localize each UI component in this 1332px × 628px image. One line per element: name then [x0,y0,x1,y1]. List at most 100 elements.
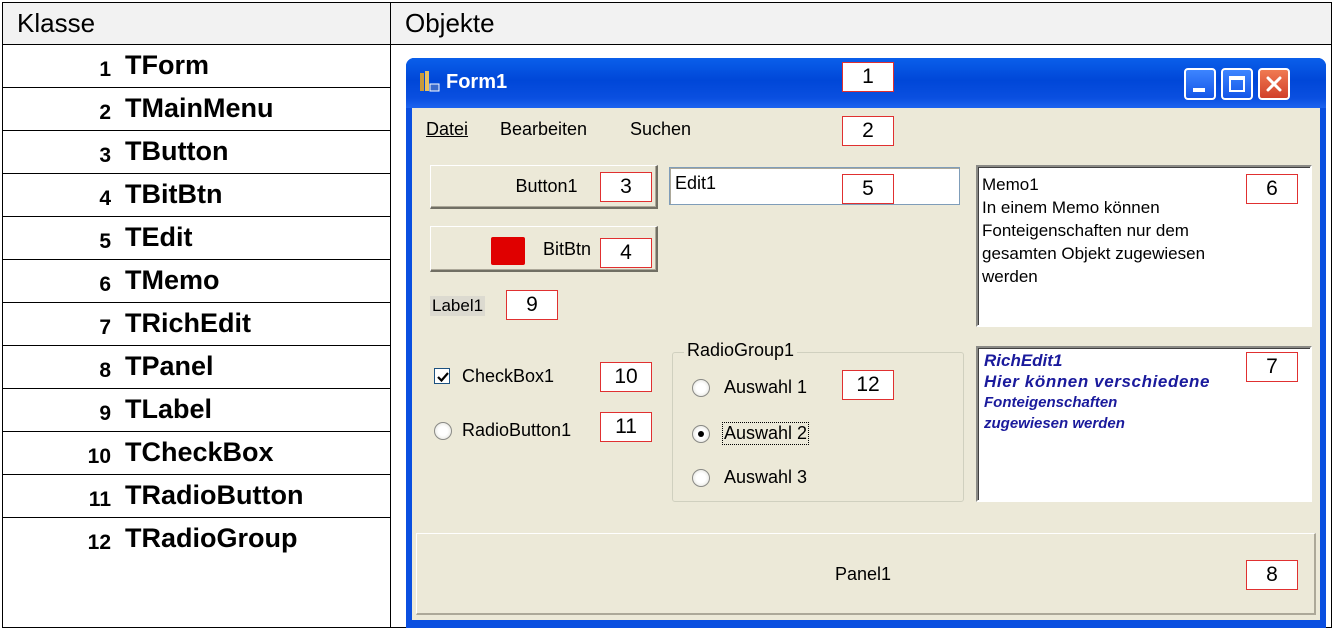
check-icon [437,372,449,383]
menu-suchen[interactable]: Suchen [630,119,691,140]
radio-circle [434,422,452,440]
class-name: TMemo [125,265,220,295]
panel1: Panel1 [416,533,1316,615]
menu-datei[interactable]: Datei [426,119,468,140]
radiogroup-title: RadioGroup1 [684,340,798,361]
class-name: TCheckBox [125,437,274,467]
table-header-objects: Objekte [391,3,1331,45]
column-divider [390,2,391,628]
memo-line: In einem Memo können [982,198,1160,217]
radio-option[interactable]: Auswahl 1 [690,374,840,400]
checkbox1-label: CheckBox1 [462,366,555,386]
close-icon [1266,76,1282,92]
class-number: 4 [99,187,111,210]
class-number: 9 [99,402,111,425]
class-number: 6 [99,273,111,296]
richedit-line: zugewiesen werden [984,415,1125,432]
class-row: 6 TMemo [3,260,390,303]
richedit-line: RichEdit1 [984,351,1063,370]
memo-text: Memo1 In einem Memo können Fonteigenscha… [982,173,1205,288]
class-row: 8 TPanel [3,346,390,389]
minimize-icon [1193,88,1205,92]
label1: Label1 [430,296,486,316]
callout-tag: 2 [842,116,894,146]
bitbtn-label: BitBtn [543,239,592,259]
radio-option[interactable]: Auswahl 3 [690,464,840,490]
minimize-button[interactable] [1184,68,1216,100]
window-title: Form1 [446,71,508,93]
class-row: 2 TMainMenu [3,88,390,131]
panel1-caption: Panel1 [835,564,892,584]
bitbtn-glyph-icon [491,237,525,265]
class-name: TMainMenu [125,93,274,123]
callout-tag: 10 [600,362,652,392]
radio-option-label: Auswahl 2 [722,422,810,445]
class-name: TForm [125,50,209,80]
class-name: TRichEdit [125,308,251,338]
callout-tag: 12 [842,370,894,400]
radio-option-label: Auswahl 3 [724,467,808,487]
radio-option-selected[interactable]: Auswahl 2 [690,420,840,446]
callout-tag: 4 [600,238,652,268]
class-row: 12 TRadioGroup [3,518,390,561]
class-number: 2 [99,101,111,124]
class-row: 4 TBitBtn [3,174,390,217]
maximize-button[interactable] [1221,68,1253,100]
app-icon [418,70,442,94]
edit1-value: Edit1 [675,173,717,193]
class-name: TRadioButton [125,480,304,510]
class-row: 7 TRichEdit [3,303,390,346]
class-row: 5 TEdit [3,217,390,260]
callout-tag: 1 [842,62,894,92]
class-name: TLabel [125,394,213,424]
checkbox-box [434,368,450,384]
callout-tag: 5 [842,174,894,204]
radio-circle [692,425,710,443]
edit1-field[interactable]: Edit1 [669,167,960,205]
callout-tag: 9 [506,290,558,320]
richedit-text: RichEdit1 Hier können verschiedene Fonte… [984,350,1210,434]
class-number: 3 [99,144,111,167]
radio-circle [692,469,710,487]
callout-tag: 7 [1246,352,1298,382]
radio-option-label: Auswahl 1 [724,377,808,397]
radio-circle [692,379,710,397]
window-bottom-border [406,620,1326,628]
menu-bearbeiten[interactable]: Bearbeiten [500,119,587,140]
button1-label: Button1 [515,176,578,196]
class-name: TPanel [125,351,214,381]
class-number: 11 [88,488,111,511]
class-name: TRadioGroup [125,523,298,553]
class-number: 7 [99,316,111,339]
class-number: 8 [99,359,111,382]
class-name: TButton [125,136,229,166]
radio-selected-dot [698,431,704,437]
class-row: 11 TRadioButton [3,475,390,518]
class-row: 10 TCheckBox [3,432,390,475]
maximize-icon [1229,76,1245,92]
class-name: TBitBtn [125,179,223,209]
memo-line: Memo1 [982,175,1039,194]
radiobutton1-label: RadioButton1 [462,420,572,440]
memo-line: werden [982,267,1038,286]
header-objects-label: Objekte [405,8,495,38]
callout-tag: 11 [600,412,652,442]
class-number: 1 [99,58,111,81]
richedit-line: Hier können verschiedene [984,372,1211,391]
header-class-label: Klasse [17,8,96,38]
class-number: 10 [87,445,111,468]
callout-tag: 6 [1246,174,1298,204]
table-header-class: Klasse [3,3,390,45]
memo-line: gesamten Objekt zugewiesen [982,244,1206,263]
close-button[interactable] [1258,68,1290,100]
class-number: 5 [99,230,111,253]
class-list: 1 TForm 2 TMainMenu 3 TButton 4 TBitBtn … [3,45,390,605]
class-number: 12 [87,531,111,554]
class-row: 9 TLabel [3,389,390,432]
callout-tag: 8 [1246,560,1298,590]
richedit-line: Fonteigenschaften [984,394,1118,411]
callout-tag: 3 [600,172,652,202]
class-row: 1 TForm [3,45,390,88]
memo-line: Fonteigenschaften nur dem [982,221,1189,240]
class-name: TEdit [125,222,193,252]
